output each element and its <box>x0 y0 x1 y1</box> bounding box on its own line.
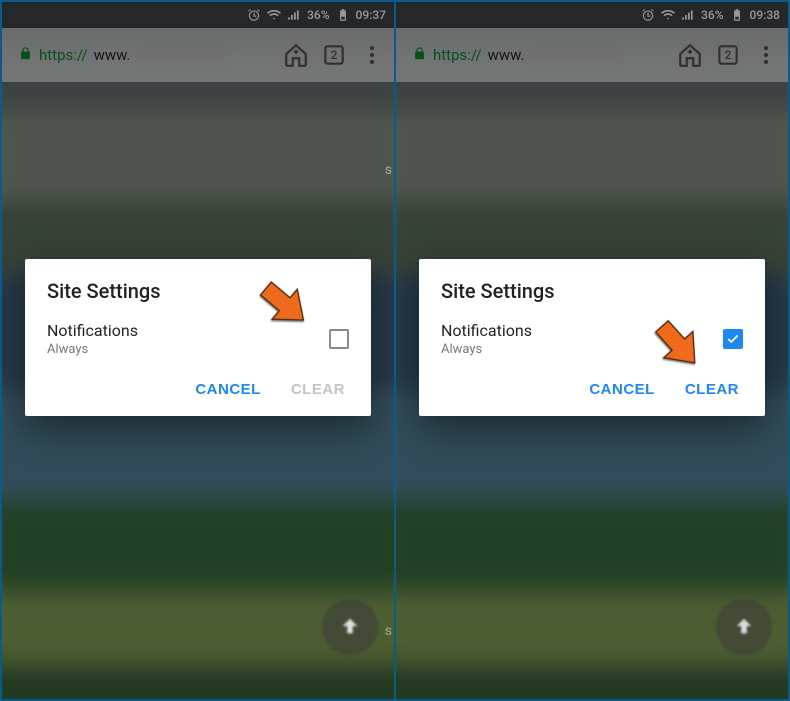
phone-screenshot-left: 36% 09:37 https://www. 2 Site Settings N… <box>2 2 394 699</box>
notifications-label: Notifications <box>47 321 138 340</box>
clear-button[interactable]: CLEAR <box>685 381 739 398</box>
floating-action-button[interactable] <box>322 599 378 655</box>
site-settings-dialog: Site Settings Notifications Always CANCE… <box>25 259 371 416</box>
cancel-button[interactable]: CANCEL <box>195 381 261 398</box>
notifications-sublabel: Always <box>47 342 138 357</box>
dialog-title: Site Settings <box>47 279 349 303</box>
notifications-row[interactable]: Notifications Always <box>47 321 349 357</box>
watermark-s: s <box>385 162 392 178</box>
notifications-checkbox[interactable] <box>329 329 349 349</box>
notifications-label: Notifications <box>441 321 532 340</box>
notifications-row[interactable]: Notifications Always <box>441 321 743 357</box>
site-settings-dialog: Site Settings Notifications Always CANCE… <box>419 259 765 416</box>
notifications-checkbox[interactable] <box>723 329 743 349</box>
dialog-title: Site Settings <box>441 279 743 303</box>
clear-button: CLEAR <box>291 381 345 398</box>
phone-screenshot-right: 36% 09:38 https://www. 2 Site Settings N… <box>396 2 788 699</box>
notifications-sublabel: Always <box>441 342 532 357</box>
watermark-s: s <box>385 623 392 639</box>
floating-action-button[interactable] <box>716 599 772 655</box>
cancel-button[interactable]: CANCEL <box>589 381 655 398</box>
